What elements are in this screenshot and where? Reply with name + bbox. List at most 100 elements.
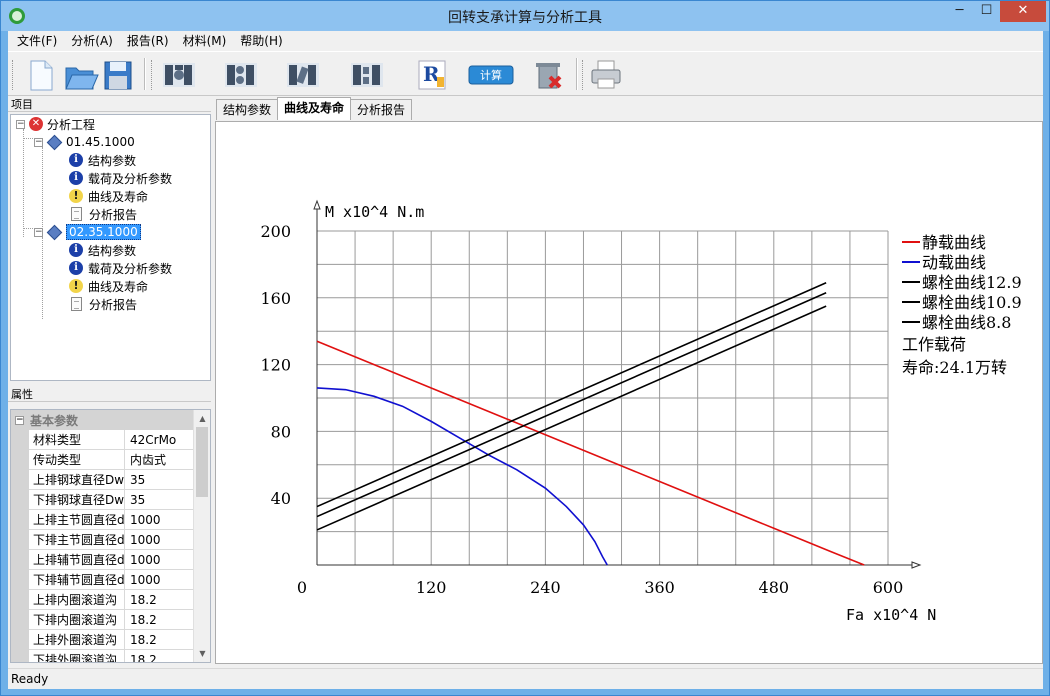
toolbar-grip[interactable] xyxy=(12,60,15,90)
tree-item-structure[interactable]: i 结构参数 xyxy=(69,241,136,259)
property-row[interactable]: 材料类型 42CrMo xyxy=(11,430,193,450)
property-gutter xyxy=(11,650,29,662)
property-category[interactable]: − 基本参数 xyxy=(11,410,193,430)
tree-item-label: 曲线及寿命 xyxy=(88,189,149,204)
property-value[interactable]: 35 xyxy=(126,490,193,510)
collapse-toggle-icon[interactable]: − xyxy=(15,415,24,425)
scroll-down-icon[interactable]: ▼ xyxy=(194,645,210,662)
chart-panel: 0 120 240 360 480 600 40 80 120 160 200 M x10^4 N.m… xyxy=(215,121,1043,664)
tree-item-label: 载荷及分析参数 xyxy=(88,171,173,186)
legend-label: 静载曲线 xyxy=(922,233,986,252)
property-name: 上排辅节圆直径d xyxy=(29,550,125,570)
property-grid[interactable]: − 基本参数 材料类型 42CrMo 传动类型 内齿式 上排钢球直径Dw 35 下排钢球直径… xyxy=(10,409,211,663)
toolbar-grip[interactable] xyxy=(582,60,585,90)
property-row[interactable]: 下排辅节圆直径d 1000 xyxy=(11,570,193,590)
tab-report[interactable]: 分析报告 xyxy=(350,99,413,120)
minimize-button[interactable]: ─ xyxy=(946,1,973,22)
property-value[interactable]: 42CrMo xyxy=(126,430,193,450)
tree-item-load[interactable]: i 载荷及分析参数 xyxy=(69,169,172,187)
tree-item-report[interactable]: 分析报告 xyxy=(69,205,137,223)
property-name: 上排钢球直径Dw xyxy=(29,470,125,490)
chart-annotation: 寿命:24.1万转 xyxy=(902,358,1007,377)
calculate-button[interactable]: 计算 xyxy=(468,57,514,93)
property-value[interactable]: 1000 xyxy=(126,510,193,530)
bearing-type-4-icon[interactable] xyxy=(348,57,386,93)
property-row[interactable]: 下排外圈滚道沟 18.2 xyxy=(11,650,193,662)
property-value[interactable]: 1000 xyxy=(126,550,193,570)
maximize-button[interactable]: ☐ xyxy=(973,1,1000,22)
property-pane-header: 属性 xyxy=(8,387,211,402)
y-tick-label: 80 xyxy=(271,422,291,441)
property-value[interactable]: 1000 xyxy=(126,530,193,550)
property-row[interactable]: 上排外圈滚道沟 18.2 xyxy=(11,630,193,650)
property-name: 下排内圈滚道沟 xyxy=(29,610,125,630)
collapse-toggle-icon[interactable]: − xyxy=(34,137,43,147)
new-file-icon[interactable] xyxy=(22,57,60,93)
y-axis-arrow xyxy=(313,199,321,210)
property-value[interactable]: 35 xyxy=(126,470,193,490)
toolbar-grip[interactable] xyxy=(151,60,154,90)
property-row[interactable]: 上排辅节圆直径d 1000 xyxy=(11,550,193,570)
menu-help[interactable]: 帮助(H) xyxy=(233,31,289,51)
tree-item-structure[interactable]: i 结构参数 xyxy=(69,151,136,169)
x-tick-label: 0 xyxy=(297,578,307,597)
property-row[interactable]: 上排钢球直径Dw 35 xyxy=(11,470,193,490)
property-row[interactable]: 上排内圈滚道沟 18.2 xyxy=(11,590,193,610)
property-value[interactable]: 18.2 xyxy=(126,590,193,610)
property-row[interactable]: 下排内圈滚道沟 18.2 xyxy=(11,610,193,630)
tab-curve-life[interactable]: 曲线及寿命 xyxy=(277,97,352,120)
close-button[interactable]: ✕ xyxy=(1000,1,1046,22)
tree-item-report[interactable]: 分析报告 xyxy=(69,295,137,313)
x-tick-label: 120 xyxy=(416,578,447,597)
report-icon[interactable]: R xyxy=(413,57,451,93)
property-value[interactable]: 1000 xyxy=(126,570,193,590)
menu-material[interactable]: 材料(M) xyxy=(176,31,234,51)
collapse-toggle-icon[interactable]: − xyxy=(34,227,43,237)
title-bar[interactable]: 回转支承计算与分析工具 ─ ☐ ✕ xyxy=(1,1,1049,31)
tree-item-curve[interactable]: ! 曲线及寿命 xyxy=(69,277,148,295)
tab-strip: 结构参数 曲线及寿命 分析报告 xyxy=(216,97,413,121)
scroll-up-icon[interactable]: ▲ xyxy=(194,410,210,427)
property-value[interactable]: 18.2 xyxy=(126,630,193,650)
warning-icon: ! xyxy=(69,279,83,293)
x-tick-label: 360 xyxy=(644,578,675,597)
menu-report[interactable]: 报告(R) xyxy=(120,31,176,51)
tree-project-node[interactable]: − 01.45.1000 xyxy=(34,133,135,151)
property-row[interactable]: 下排钢球直径Dw 35 xyxy=(11,490,193,510)
menu-bar: 文件(F) 分析(A) 报告(R) 材料(M) 帮助(H) xyxy=(8,31,1043,51)
save-icon[interactable] xyxy=(99,57,137,93)
info-icon: i xyxy=(69,243,83,257)
delete-icon[interactable] xyxy=(530,57,568,93)
tree-root-label: 分析工程 xyxy=(47,117,96,132)
property-row[interactable]: 下排主节圆直径d 1000 xyxy=(11,530,193,550)
print-icon[interactable] xyxy=(588,57,626,93)
scroll-thumb[interactable] xyxy=(196,427,208,497)
collapse-toggle-icon[interactable]: − xyxy=(16,119,25,129)
property-value[interactable]: 内齿式 xyxy=(126,450,193,470)
property-value[interactable]: 18.2 xyxy=(126,610,193,630)
tree-project-node[interactable]: − 02.35.1000 xyxy=(34,223,141,241)
chart-annotation: 工作载荷 xyxy=(902,335,966,354)
property-value[interactable]: 18.2 xyxy=(126,650,193,662)
property-row[interactable]: 传动类型 内齿式 xyxy=(11,450,193,470)
tree-item-load[interactable]: i 载荷及分析参数 xyxy=(69,259,172,277)
open-folder-icon[interactable] xyxy=(61,57,99,93)
tree-item-label: 结构参数 xyxy=(88,153,137,168)
menu-file[interactable]: 文件(F) xyxy=(10,31,64,51)
property-gutter xyxy=(11,610,29,630)
document-icon xyxy=(71,207,82,221)
menu-analysis[interactable]: 分析(A) xyxy=(64,31,120,51)
property-category-label: 基本参数 xyxy=(30,413,79,428)
tab-structure[interactable]: 结构参数 xyxy=(216,99,279,120)
tree-root[interactable]: − ✕ 分析工程 xyxy=(16,115,95,133)
property-scrollbar[interactable]: ▲ ▼ xyxy=(193,410,210,662)
bearing-type-1-icon[interactable] xyxy=(160,57,198,93)
tree-project-label-selected: 02.35.1000 xyxy=(66,224,141,240)
x-tick-label: 240 xyxy=(530,578,561,597)
project-tree[interactable]: − ✕ 分析工程 − 01.45.1000 i 结构参数 i 载荷及分析参数 !… xyxy=(10,114,211,381)
bearing-type-2-icon[interactable] xyxy=(222,57,260,93)
bearing-type-3-icon[interactable] xyxy=(284,57,322,93)
property-row[interactable]: 上排主节圆直径d 1000 xyxy=(11,510,193,530)
tree-item-curve[interactable]: ! 曲线及寿命 xyxy=(69,187,148,205)
series-line-1 xyxy=(316,387,608,566)
